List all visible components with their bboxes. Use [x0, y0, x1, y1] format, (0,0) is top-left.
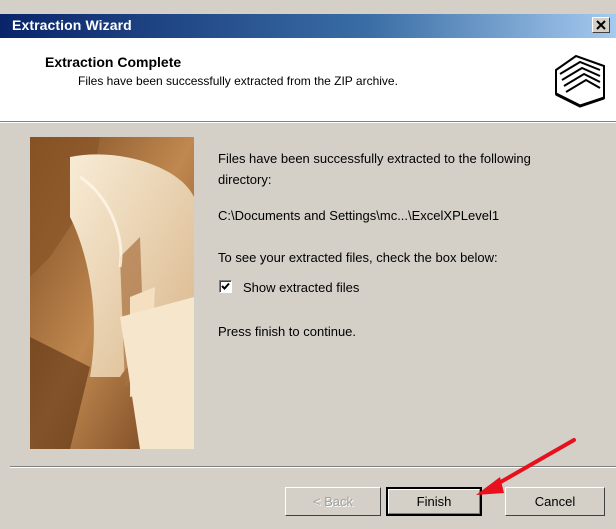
header-title: Extraction Complete [45, 54, 182, 70]
wizard-header: Extraction Complete Files have been succ… [0, 38, 616, 122]
check-icon [221, 282, 230, 290]
window-title: Extraction Wizard [12, 17, 132, 33]
show-extracted-files-label[interactable]: Show extracted files [243, 280, 359, 295]
header-divider [0, 122, 616, 123]
annotation-arrow-icon [476, 438, 576, 495]
header-subtitle: Files have been successfully extracted f… [78, 74, 398, 88]
close-icon [596, 20, 606, 30]
finish-button[interactable]: Finish [386, 487, 482, 516]
close-button[interactable] [592, 17, 610, 33]
wizard-side-image [30, 137, 194, 449]
show-extracted-files-checkbox[interactable] [219, 280, 232, 293]
finish-button-label: Finish [388, 489, 480, 514]
folder-icon [550, 48, 610, 112]
finish-instruction: Press finish to continue. [218, 324, 357, 339]
success-message-line2: directory: [218, 172, 272, 187]
success-message-line1: Files have been successfully extracted t… [218, 151, 531, 166]
extracted-directory-path: C:\Documents and Settings\mc...\ExcelXPL… [218, 208, 500, 223]
title-bar[interactable]: Extraction Wizard [0, 14, 616, 38]
checkbox-instruction: To see your extracted files, check the b… [218, 250, 498, 265]
back-button[interactable]: < Back [285, 487, 381, 516]
extraction-wizard-window: Extraction Wizard Extraction Complete Fi… [0, 0, 616, 529]
